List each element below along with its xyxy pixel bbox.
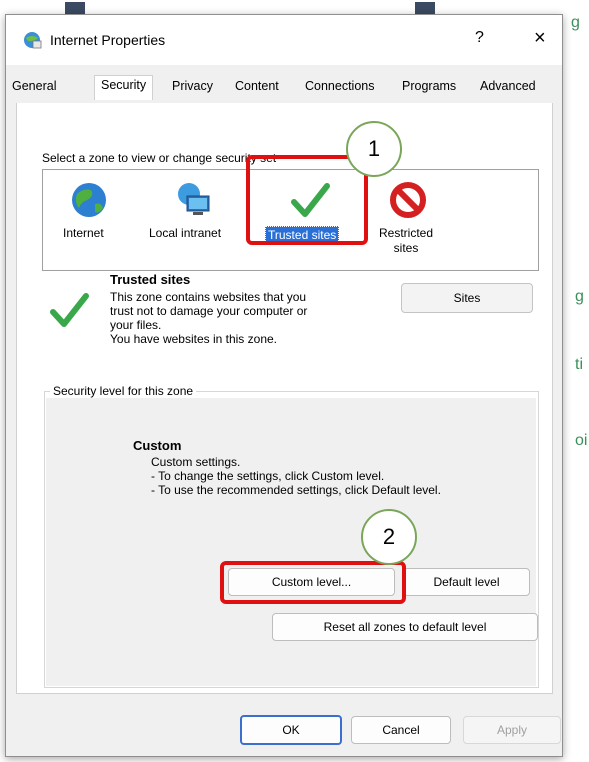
security-level-line: - To change the settings, click Custom l… <box>151 469 385 483</box>
close-button[interactable]: × <box>534 27 546 50</box>
sites-button[interactable]: Sites <box>401 283 533 313</box>
step-2-callout: 2 <box>361 509 417 565</box>
security-level-title: Custom <box>133 438 182 453</box>
tab-connections[interactable]: Connections <box>305 79 375 93</box>
internet-properties-dialog: Internet Properties ? × General Security… <box>5 14 563 757</box>
zone-restricted-sites[interactable]: Restricted sites <box>368 170 448 270</box>
background-text-fragment: g <box>575 288 584 305</box>
tab-security[interactable]: Security <box>94 75 154 100</box>
zone-description-line: This zone contains websites that you <box>110 290 307 304</box>
background-icon <box>65 2 85 14</box>
zone-label-line: Restricted <box>378 226 434 240</box>
title-bar: Internet Properties ? × <box>6 15 562 65</box>
help-button[interactable]: ? <box>475 29 484 47</box>
zone-description-line: trust not to damage your computer or <box>110 304 308 318</box>
tab-advanced[interactable]: Advanced <box>480 79 536 93</box>
internet-options-icon <box>24 32 42 49</box>
apply-button[interactable]: Apply <box>463 716 561 744</box>
security-level-line: - To use the recommended settings, click… <box>151 483 441 497</box>
tab-content[interactable]: Content <box>235 79 279 93</box>
globe-icon <box>72 183 106 217</box>
background-text-fragment: oi <box>575 432 588 449</box>
dialog-title: Internet Properties <box>50 32 166 48</box>
tab-programs[interactable]: Programs <box>402 79 456 93</box>
security-level-area <box>46 398 536 686</box>
tab-general[interactable]: General <box>12 79 56 93</box>
ok-button[interactable]: OK <box>240 715 342 745</box>
zone-internet[interactable]: Internet <box>43 170 133 270</box>
background-text-fragment: ti <box>575 356 583 373</box>
zone-description-title: Trusted sites <box>110 272 191 287</box>
tab-strip: General Security Privacy Content Connect… <box>6 73 562 105</box>
restricted-icon <box>390 182 426 218</box>
zone-label: Restricted sites <box>376 226 436 256</box>
step-1-callout: 1 <box>346 121 402 177</box>
security-level-legend: Security level for this zone <box>50 384 197 398</box>
zone-description-line: your files. <box>110 318 162 332</box>
trusted-sites-checkmark-icon <box>50 293 89 327</box>
background-icon <box>415 2 435 14</box>
trusted-sites-highlight <box>246 155 368 245</box>
network-icon <box>178 183 210 215</box>
zone-label: Internet <box>63 226 104 240</box>
zone-prompt: Select a zone to view or change security… <box>42 151 277 165</box>
background-text-fragment: g <box>571 14 580 31</box>
zone-description-line: You have websites in this zone. <box>110 332 277 346</box>
zone-label: Local intranet <box>149 226 222 240</box>
default-level-button[interactable]: Default level <box>403 568 530 596</box>
cancel-button[interactable]: Cancel <box>351 716 451 744</box>
zone-local-intranet[interactable]: Local intranet <box>133 170 253 270</box>
zone-label-line: sites <box>393 241 419 255</box>
tab-privacy[interactable]: Privacy <box>172 79 213 93</box>
custom-level-highlight <box>220 561 406 604</box>
reset-all-zones-button[interactable]: Reset all zones to default level <box>272 613 538 641</box>
security-level-line: Custom settings. <box>151 455 241 469</box>
